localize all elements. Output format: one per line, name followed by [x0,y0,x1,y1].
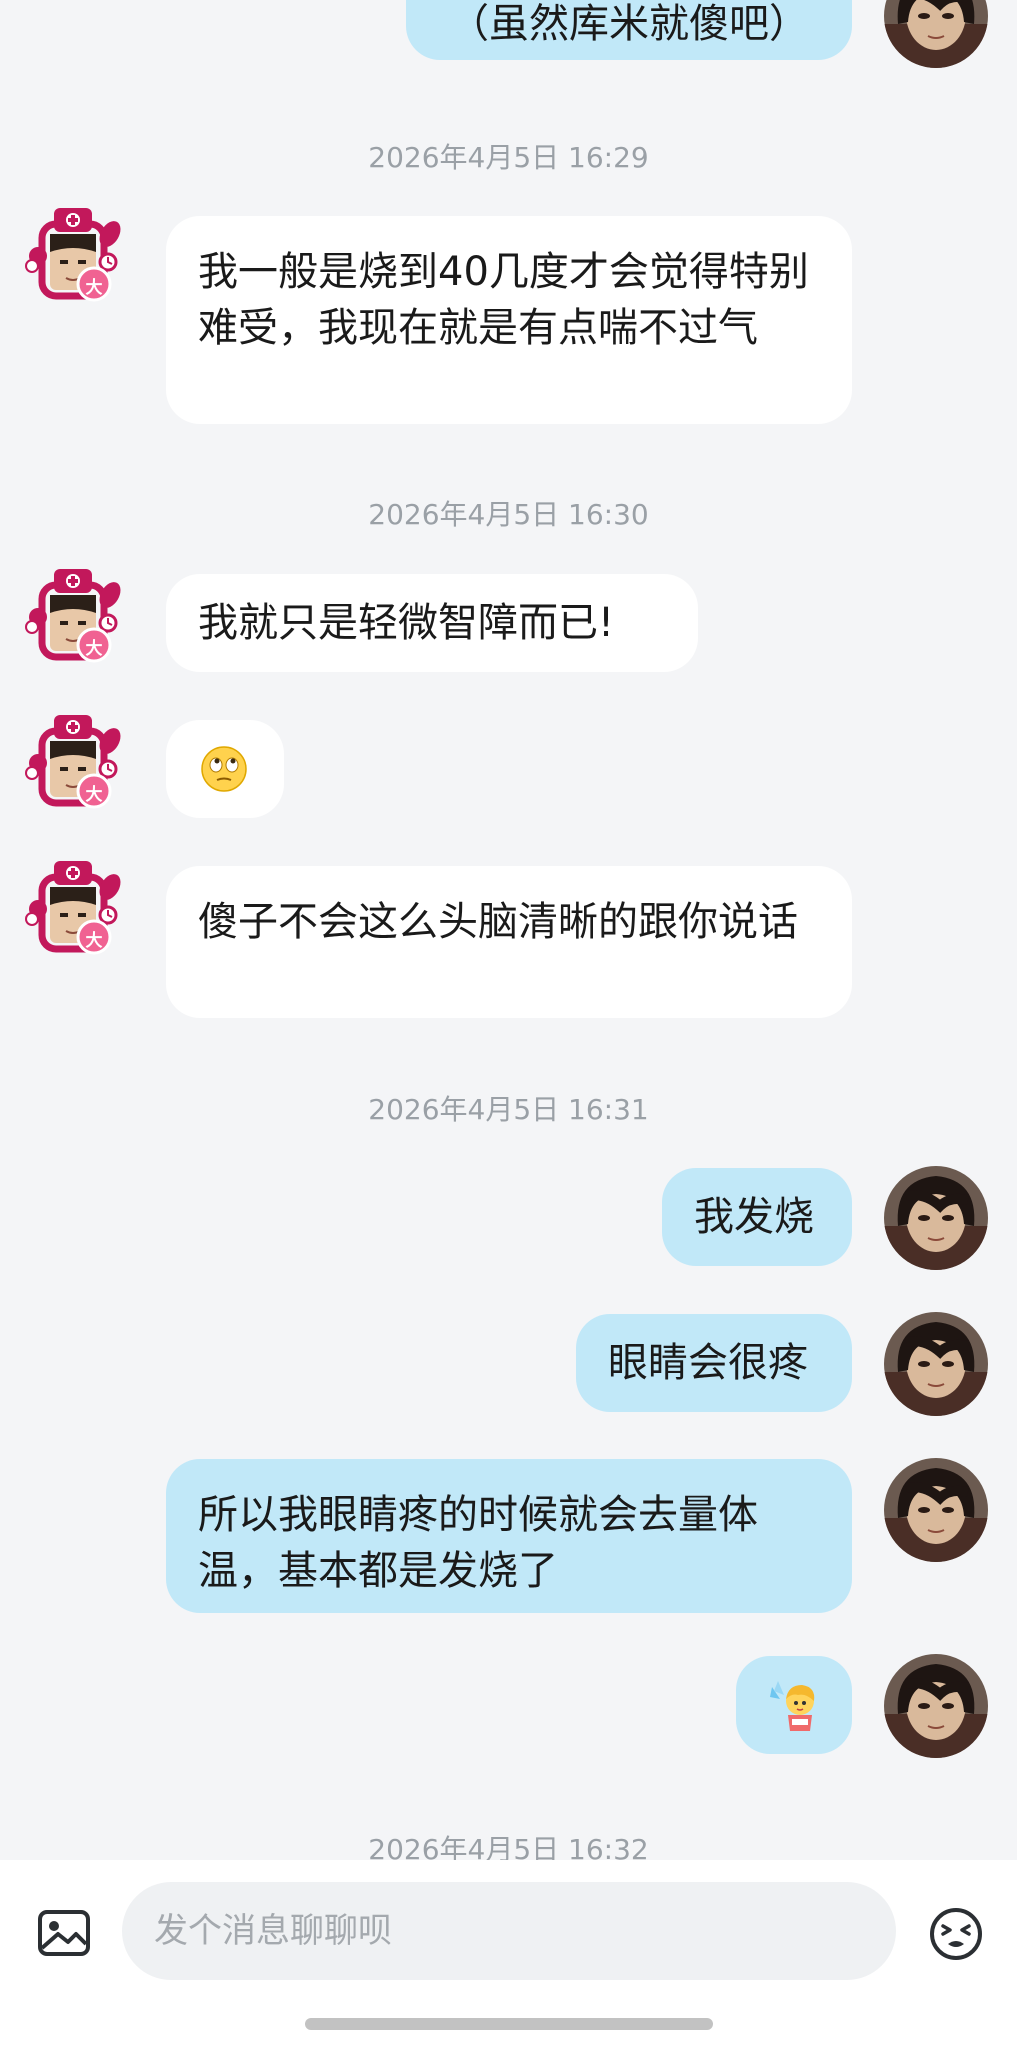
message-bubble-outgoing[interactable] [736,1656,852,1754]
message-text: 傻子不会这么头脑清晰的跟你说话 [198,899,798,945]
input-bar [0,1860,1017,2048]
emoji-face-icon [930,1908,982,1960]
my-avatar[interactable] [884,1458,988,1562]
contact-avatar[interactable]: 大 [20,204,124,308]
timestamp: 2026年4月5日 16:32 [368,1833,649,1860]
message-text: 我就只是轻微智障而已! [198,600,615,646]
home-indicator[interactable] [305,2018,713,2030]
image-icon [38,1910,90,1956]
contact-avatar[interactable]: 大 [20,565,124,669]
contact-avatar[interactable]: 大 [20,857,124,961]
message-bubble-incoming[interactable] [166,720,284,818]
message-bubble-incoming[interactable]: 傻子不会这么头脑清晰的跟你说话 [166,866,852,1018]
emoji-button[interactable] [926,1904,986,1964]
timestamp: 2026年4月5日 16:30 [368,498,649,531]
message-bubble-incoming[interactable]: 我就只是轻微智障而已! [166,574,698,672]
rolling-eyes-emoji-icon [201,746,247,792]
contact-avatar[interactable]: 大 [20,711,124,815]
message-bubble-outgoing[interactable]: 眼睛会很疼 [576,1314,852,1412]
avatar-badge: 大 [85,931,103,951]
message-bubble-outgoing[interactable]: （虽然库米就傻吧） [406,0,852,60]
cartoon-sticker-icon [770,1681,815,1731]
timestamp: 2026年4月5日 16:31 [368,1093,649,1126]
image-button[interactable] [34,1904,94,1964]
my-avatar[interactable] [884,1166,988,1270]
chat-area[interactable]: （虽然库米就傻吧） 2026年4月5日 16:29 大 我一般是烧到40几度才会… [0,0,1017,1860]
my-avatar[interactable] [884,1654,988,1758]
message-text: 我发烧 [694,1194,814,1240]
message-text: （虽然库米就傻吧） [449,1,809,47]
avatar-badge: 大 [85,639,103,659]
message-text: 我一般是烧到40几度才会觉得特别难受，我现在就是有点喘不过气 [198,249,809,351]
message-text: 眼睛会很疼 [608,1340,808,1386]
message-bubble-outgoing[interactable]: 所以我眼睛疼的时候就会去量体温，基本都是发烧了 [166,1459,852,1613]
avatar-badge: 大 [85,785,103,805]
message-bubble-outgoing[interactable]: 我发烧 [662,1168,852,1266]
message-input[interactable] [122,1882,896,1980]
timestamp: 2026年4月5日 16:29 [368,141,649,174]
my-avatar[interactable] [884,1312,988,1416]
avatar-badge: 大 [85,278,103,298]
message-text: 所以我眼睛疼的时候就会去量体温，基本都是发烧了 [198,1492,758,1594]
my-avatar[interactable] [884,0,988,68]
message-bubble-incoming[interactable]: 我一般是烧到40几度才会觉得特别难受，我现在就是有点喘不过气 [166,216,852,424]
